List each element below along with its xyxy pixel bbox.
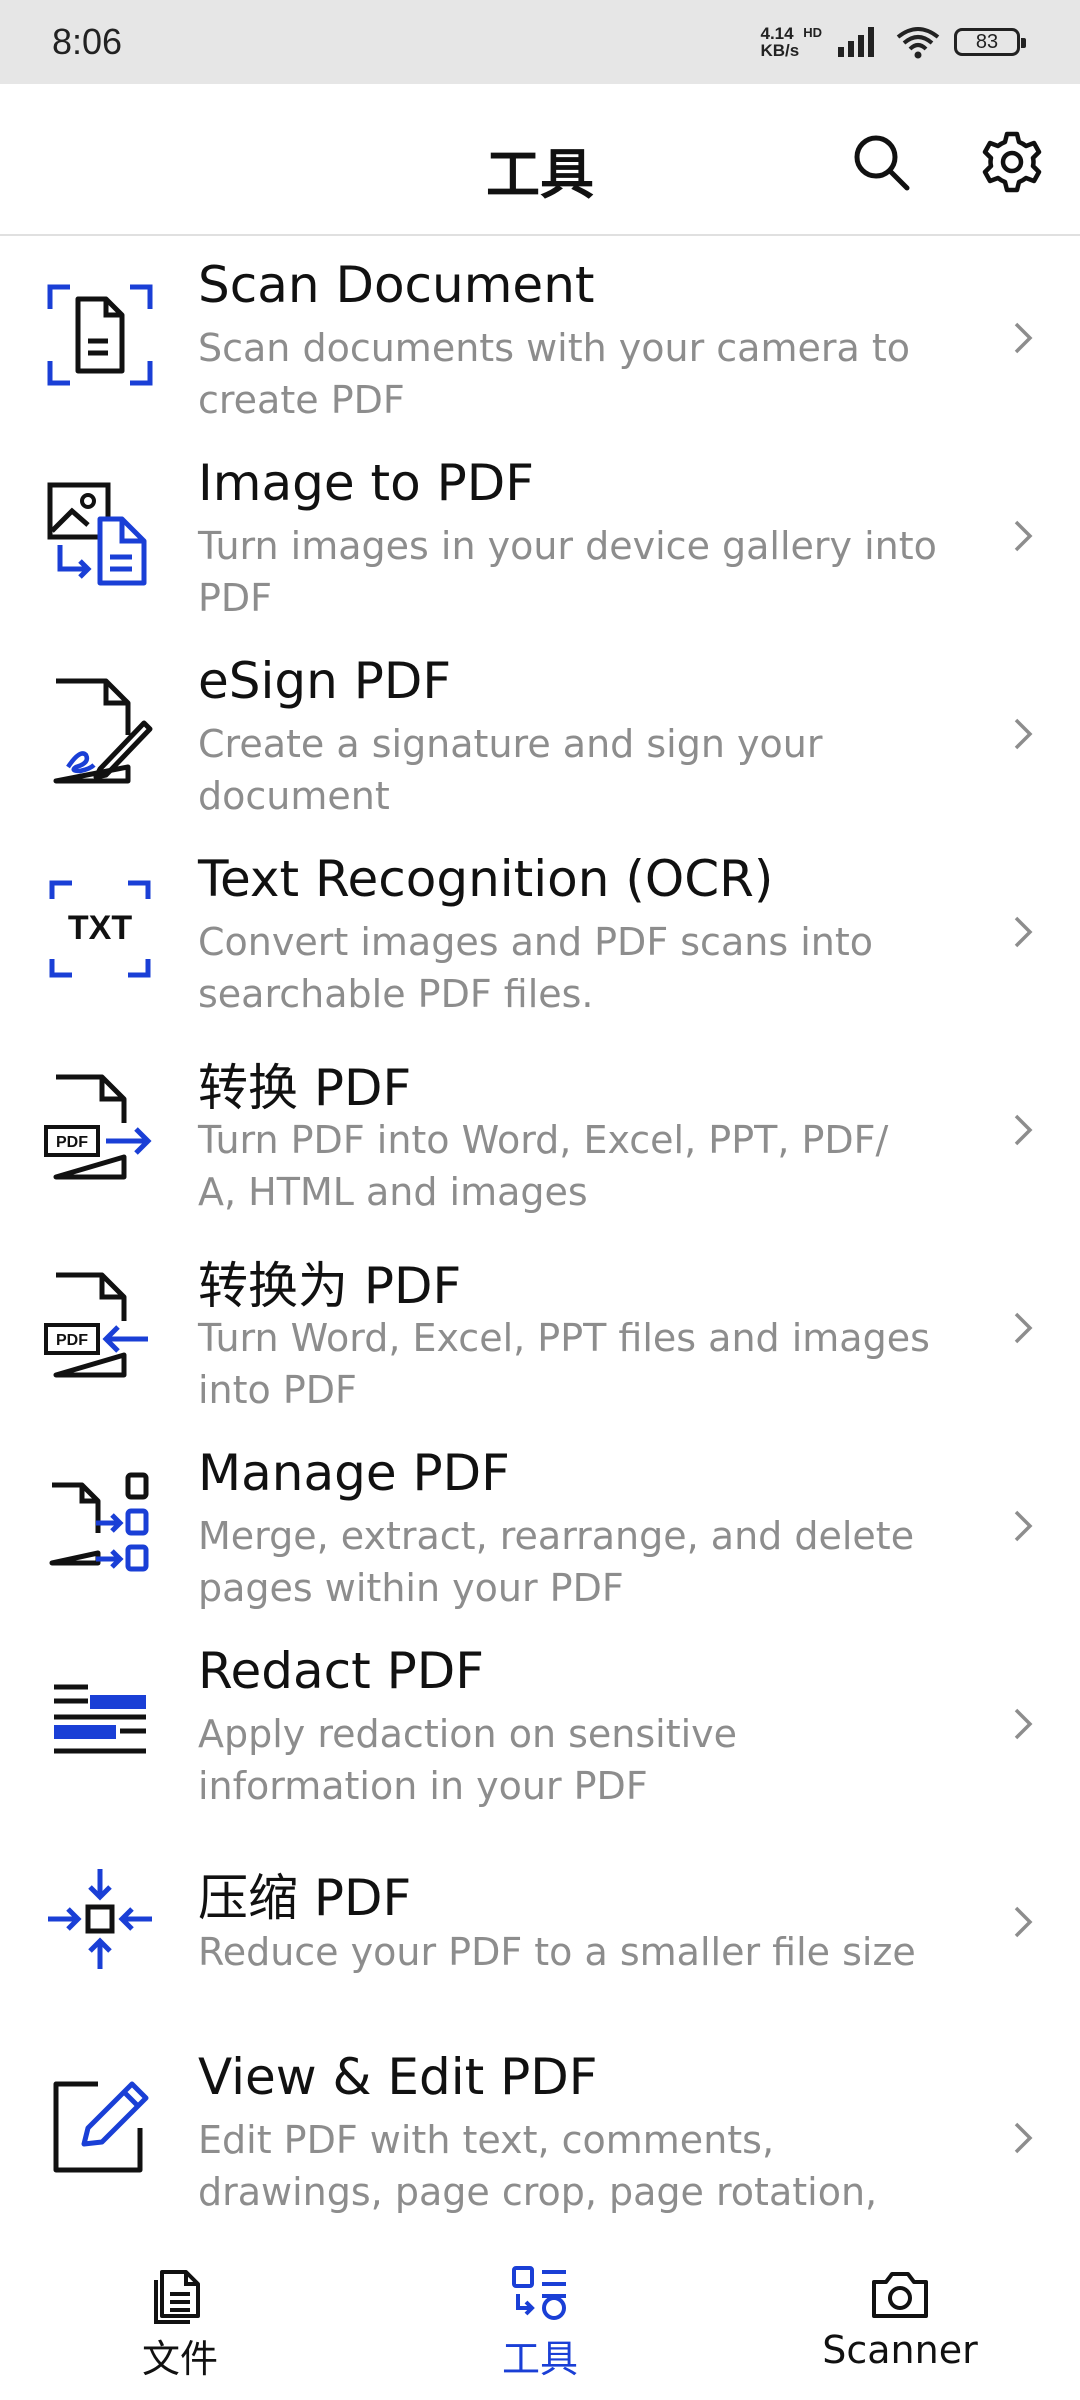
nav-tab-scanner[interactable]: Scanner [720,2236,1080,2400]
tool-title: Manage PDF [198,1444,510,1502]
tool-item-convert-pdf[interactable]: PDF 转换 PDF Turn PDF into Word, Excel, PP… [0,1030,1080,1228]
tool-item-scan-document[interactable]: Scan Document Scan documents with your c… [0,238,1080,436]
tool-title: 压缩 PDF [198,1869,412,1927]
status-bar: 8:06 4.14 KB/s HD 83 [0,0,1080,84]
convert-from-pdf-icon: PDF [44,1074,152,1180]
hd-badge: HD [803,25,822,40]
tool-description: Turn Word, Excel, PPT files and images i… [198,1316,930,1412]
search-button[interactable] [845,126,917,198]
image-to-pdf-icon [47,482,147,586]
tool-description: Convert images and PDF scans into search… [198,920,873,1016]
tools-list: Scan Document Scan documents with your c… [0,238,1080,2236]
tool-item-esign-pdf[interactable]: eSign PDF Create a signature and sign yo… [0,634,1080,832]
svg-text:PDF: PDF [56,1332,88,1349]
chevron-right-icon [1014,520,1033,552]
convert-to-pdf-icon: PDF [44,1272,148,1378]
tool-title: Text Recognition (OCR) [198,850,774,908]
tools-icon [512,2266,566,2320]
tool-title: eSign PDF [198,652,452,710]
chevron-right-icon [1014,2122,1033,2154]
settings-button[interactable] [976,126,1048,198]
nav-label: 工具 [501,2337,578,2381]
page-title: 工具 [486,143,594,206]
status-time: 8:06 [52,21,123,62]
status-indicators: 4.14 KB/s HD 83 [760,24,1026,60]
chevron-right-icon [1014,1312,1033,1344]
edit-pencil-icon [53,2081,149,2173]
tool-description: Scan documents with your camera to creat… [198,326,910,422]
chevron-right-icon [1014,1906,1033,1938]
tool-item-view-edit-pdf[interactable]: View & Edit PDF Edit PDF with text, comm… [0,2020,1080,2236]
files-icon [154,2270,200,2324]
tool-item-image-to-pdf[interactable]: Image to PDF Turn images in your device … [0,436,1080,634]
ocr-txt-icon: TXT [49,880,151,978]
bottom-navigation: 文件 工具 Scanner [0,2236,1080,2400]
tool-title: Image to PDF [198,454,534,512]
camera-icon [872,2272,928,2318]
gear-icon [982,131,1042,193]
wifi-icon [896,27,940,59]
svg-text:TXT: TXT [68,909,132,947]
signal-icon [838,27,874,57]
chevron-right-icon [1014,718,1033,750]
tool-title: Scan Document [198,256,595,314]
tool-description: Create a signature and sign your documen… [198,722,823,818]
chevron-right-icon [1014,1510,1033,1542]
search-icon [854,135,910,191]
svg-text:PDF: PDF [56,1134,88,1151]
esign-icon [53,678,153,784]
chevron-right-icon [1014,322,1033,354]
tool-title: 转换 PDF [198,1059,412,1117]
manage-pages-icon [49,1472,149,1572]
tool-item-convert-to-pdf[interactable]: PDF 转换为 PDF Turn Word, Excel, PPT files … [0,1228,1080,1426]
tool-description: Merge, extract, rearrange, and delete pa… [198,1514,915,1610]
nav-label: 文件 [141,2337,218,2381]
tool-description: Turn images in your device gallery into … [198,524,937,620]
tool-item-redact-pdf[interactable]: Redact PDF Apply redaction on sensitive … [0,1624,1080,1822]
tool-description: Edit PDF with text, comments, drawings, … [198,2118,878,2214]
app-bar: 工具 [0,84,1080,236]
compress-icon [48,1869,152,1969]
chevron-right-icon [1014,1114,1033,1146]
tool-item-manage-pdf[interactable]: Manage PDF Merge, extract, rearrange, an… [0,1426,1080,1624]
network-speed: 4.14 KB/s [760,24,800,60]
tool-title: 转换为 PDF [198,1257,462,1315]
chevron-right-icon [1014,916,1033,948]
tool-description: Reduce your PDF to a smaller file size [198,1930,916,1974]
tool-description: Turn PDF into Word, Excel, PPT, PDF/ A, … [198,1118,889,1214]
tool-description: Apply redaction on sensitive information… [198,1712,738,1808]
redact-icon [54,1684,146,1754]
nav-tab-files[interactable]: 文件 [0,2236,360,2400]
chevron-right-icon [1014,1708,1033,1740]
nav-label: Scanner [822,2328,978,2372]
nav-tab-tools[interactable]: 工具 [360,2236,720,2400]
tool-title: Redact PDF [198,1642,485,1700]
tool-item-ocr[interactable]: TXT Text Recognition (OCR) Convert image… [0,832,1080,1030]
scan-document-icon [47,284,153,386]
battery-indicator: 83 [954,28,1026,56]
tool-item-compress-pdf[interactable]: 压缩 PDF Reduce your PDF to a smaller file… [0,1822,1080,2020]
tool-title: View & Edit PDF [198,2048,598,2106]
